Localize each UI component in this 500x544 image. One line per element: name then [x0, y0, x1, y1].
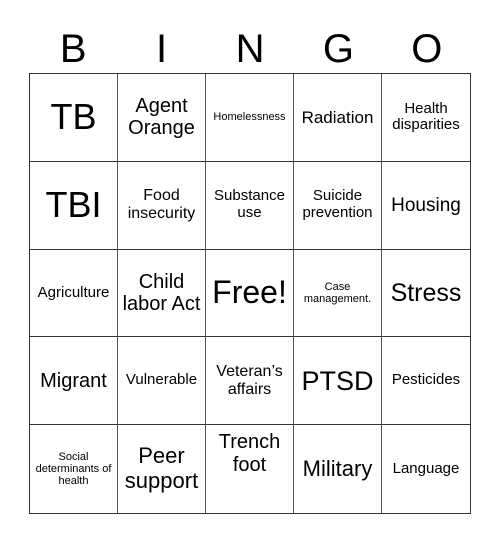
header-letter-b: B [59, 27, 87, 71]
bingo-cell[interactable]: Trench foot [206, 425, 294, 513]
bingo-cell[interactable]: Housing [382, 162, 470, 250]
bingo-cell[interactable]: Military [294, 425, 382, 513]
bingo-cell[interactable]: Agent Orange [118, 74, 206, 162]
bingo-cell[interactable]: Substance use [206, 161, 294, 250]
bingo-cell[interactable]: Stress [382, 250, 470, 338]
bingo-cell[interactable]: TB [30, 74, 118, 162]
bingo-cell[interactable]: Migrant [30, 337, 118, 426]
bingo-cell[interactable]: Homelessness [206, 74, 294, 162]
bingo-header: B I N G O [29, 26, 471, 72]
bingo-cell[interactable]: Language [382, 425, 470, 513]
bingo-cell[interactable]: Health disparities [382, 74, 470, 162]
header-letter-i: I [156, 27, 168, 71]
bingo-cell[interactable]: Agriculture [30, 249, 118, 338]
free-space-cell[interactable]: Free! [206, 249, 294, 338]
bingo-cell[interactable]: Vulnerable [118, 337, 206, 426]
bingo-cell[interactable]: Radiation [294, 74, 382, 162]
bingo-cell[interactable]: Child labor Act [118, 249, 206, 338]
bingo-cell[interactable]: Veteran’s affairs [206, 337, 294, 426]
header-letter-n: N [235, 27, 265, 71]
bingo-cell[interactable]: PTSD [294, 337, 382, 426]
bingo-cell[interactable]: Suicide prevention [294, 161, 382, 250]
bingo-cell[interactable]: Case management. [294, 249, 382, 338]
bingo-cell[interactable]: Food insecurity [118, 161, 206, 250]
bingo-cell[interactable]: Pesticides [382, 337, 470, 426]
bingo-grid: TB Agent Orange Homelessness Radiation H… [29, 73, 471, 514]
header-letter-g: G [322, 27, 354, 71]
bingo-cell[interactable]: Peer support [118, 425, 206, 513]
header-letter-o: O [411, 27, 443, 71]
bingo-cell[interactable]: TBI [30, 161, 118, 250]
bingo-cell[interactable]: Social determinants of health [30, 425, 118, 513]
